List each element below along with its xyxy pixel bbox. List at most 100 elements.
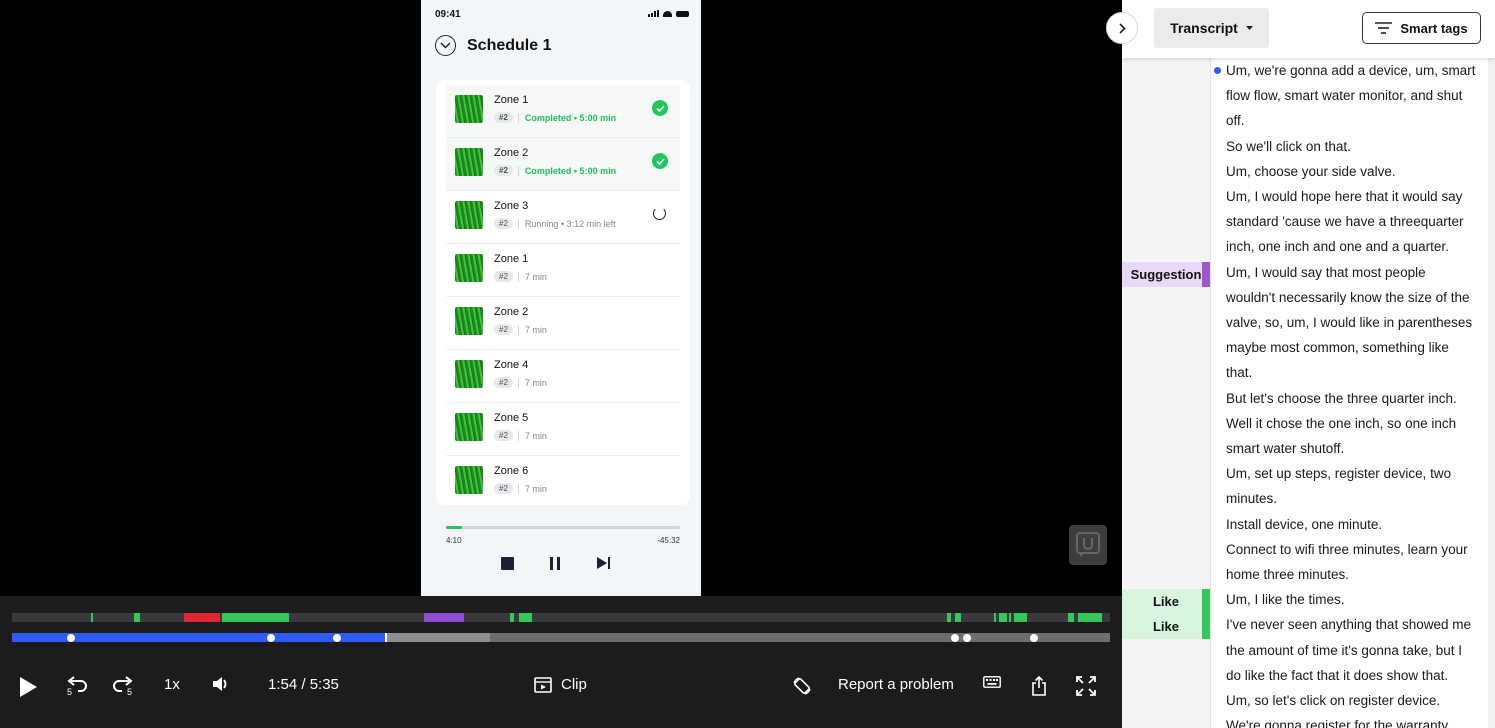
zone-badge: #2	[494, 218, 513, 229]
transcript-line[interactable]: We're gonna register for the warranty	[1226, 718, 1448, 728]
zone-list: Zone 1 #2 Completed • 5:00 min Zone 2 #2 Comp…	[436, 80, 690, 505]
tag-segment[interactable]	[423, 613, 465, 622]
tag-segment[interactable]	[221, 613, 289, 622]
tag-segment[interactable]	[999, 613, 1007, 622]
tag-segment[interactable]	[1008, 613, 1012, 622]
zone-row[interactable]: Zone 1 #2 7 min	[446, 244, 680, 297]
transcript-line[interactable]: smart water shutoff.	[1226, 441, 1344, 456]
clip-button[interactable]: Clip	[534, 676, 587, 693]
fullscreen-icon	[1076, 676, 1096, 696]
transcript-line[interactable]: Um, I like the times.	[1226, 592, 1345, 607]
tag-segment[interactable]	[1014, 613, 1027, 622]
expand-panel-button[interactable]	[1106, 12, 1138, 44]
zone-row[interactable]: Zone 6 #2 7 min	[446, 456, 680, 505]
zone-meta: #2 7 min	[494, 483, 547, 494]
zone-row[interactable]: Zone 3 #2 Running • 3:12 min left	[446, 191, 680, 244]
transcript-line[interactable]: Um, I would say that most people	[1226, 265, 1426, 280]
share-button[interactable]	[1031, 676, 1047, 696]
tag-segment[interactable]	[955, 613, 961, 622]
speed-button[interactable]: 1x	[164, 676, 180, 693]
tag-timeline[interactable]	[12, 613, 1110, 622]
phone-screen: 09:41 Schedule 1 Zone 1 #2 Completed • 5:0…	[421, 0, 701, 596]
transcript-line[interactable]: minutes.	[1226, 491, 1277, 506]
tag-segment[interactable]	[1068, 613, 1074, 622]
phone-progress-bar[interactable]	[446, 526, 680, 529]
grass-thumbnail	[455, 307, 483, 335]
comment-marker[interactable]	[1030, 634, 1039, 642]
video-viewport[interactable]: 09:41 Schedule 1 Zone 1 #2 Completed • 5:0…	[0, 0, 1122, 596]
volume-button[interactable]	[212, 676, 230, 692]
smart-tag-like[interactable]: Like	[1122, 589, 1210, 615]
rotate-icon	[793, 677, 811, 695]
tag-segment[interactable]	[91, 613, 94, 622]
seek-bar[interactable]	[12, 633, 1110, 642]
skip-next-icon[interactable]	[596, 556, 611, 570]
transcript-line[interactable]: standard 'cause we have a threequarter	[1226, 214, 1463, 229]
comment-marker[interactable]	[951, 634, 960, 642]
zone-name: Zone 2	[494, 147, 529, 159]
zone-row[interactable]: Zone 2 #2 Completed • 5:00 min	[446, 138, 680, 191]
panel-header: Transcript Smart tags	[1122, 0, 1495, 58]
tag-segment[interactable]	[1078, 613, 1103, 622]
tag-segment[interactable]	[947, 613, 951, 622]
report-problem-button[interactable]: Report a problem	[838, 676, 954, 693]
smart-tags-button[interactable]: Smart tags	[1362, 12, 1481, 44]
tag-segment[interactable]	[993, 613, 996, 622]
pause-icon[interactable]	[550, 556, 560, 570]
tab-transcript[interactable]: Transcript	[1154, 8, 1269, 48]
transcript-line[interactable]: Um, we're gonna add a device, um, smart	[1226, 63, 1475, 78]
comment-marker[interactable]	[333, 634, 341, 642]
transcript-line[interactable]: Connect to wifi three minutes, learn you…	[1226, 542, 1468, 557]
transcript-line[interactable]: do like the fact that it does show that.	[1226, 668, 1448, 683]
smart-tag-bar	[1202, 614, 1210, 640]
transcript-line[interactable]: home three minutes.	[1226, 567, 1349, 582]
tag-segment[interactable]	[519, 613, 533, 622]
tag-segment[interactable]	[510, 613, 514, 622]
transcript-line[interactable]: off.	[1226, 113, 1245, 128]
transcript-line[interactable]: So we'll click on that.	[1226, 139, 1351, 154]
transcript-line[interactable]: Um, choose your side valve.	[1226, 164, 1396, 179]
transcript-line[interactable]: valve, so, um, I would like in parenthes…	[1226, 315, 1472, 330]
zone-row[interactable]: Zone 1 #2 Completed • 5:00 min	[446, 85, 680, 138]
transcript-line[interactable]: I've never seen anything that showed me	[1226, 617, 1471, 632]
fullscreen-button[interactable]	[1076, 676, 1096, 696]
volume-icon	[213, 677, 227, 691]
transcript-line[interactable]: Install device, one minute.	[1226, 517, 1382, 532]
watermark-logo	[1069, 525, 1107, 565]
comment-marker[interactable]	[963, 634, 972, 642]
transcript-line[interactable]: maybe most common, something like	[1226, 340, 1449, 355]
tag-segment[interactable]	[184, 613, 220, 622]
transcript-line[interactable]: But let's choose the three quarter inch.	[1226, 391, 1457, 406]
zone-row[interactable]: Zone 2 #2 7 min	[446, 297, 680, 350]
transcript-scrollbar[interactable]	[1488, 58, 1495, 728]
meta-divider	[517, 165, 519, 176]
transcript-line[interactable]: flow flow, smart water monitor, and shut	[1226, 88, 1462, 103]
grass-thumbnail	[455, 95, 483, 123]
zone-row[interactable]: Zone 4 #2 7 min	[446, 350, 680, 403]
rotate-button[interactable]	[792, 676, 812, 696]
zone-name: Zone 5	[494, 412, 529, 424]
zone-meta: #2 7 min	[494, 324, 547, 335]
zone-row[interactable]: Zone 5 #2 7 min	[446, 403, 680, 456]
smart-tag-suggestion[interactable]: Suggestion	[1122, 261, 1210, 287]
keyboard-shortcuts-button[interactable]	[983, 676, 1001, 688]
stop-icon[interactable]	[501, 556, 514, 570]
play-button[interactable]	[18, 676, 38, 698]
smart-tag-like[interactable]: Like	[1122, 614, 1210, 640]
transcript-line[interactable]: Well it chose the one inch, so one inch	[1226, 416, 1456, 431]
tag-segment[interactable]	[133, 613, 141, 622]
zone-badge: #2	[494, 324, 513, 335]
seek-playhead[interactable]	[385, 633, 388, 642]
transcript-line[interactable]: inch, one inch and one and a quarter.	[1226, 239, 1449, 254]
collapse-button[interactable]	[435, 35, 456, 56]
transcript-line[interactable]: Um, set up steps, register device, two	[1226, 466, 1451, 481]
transcript-line[interactable]: Um, I would hope here that it would say	[1226, 189, 1462, 204]
transcript-line[interactable]: wouldn't necessarily know the size of th…	[1226, 290, 1469, 305]
transcript-line[interactable]: Um, so let's click on register device.	[1226, 693, 1440, 708]
transcript-line[interactable]: that.	[1226, 365, 1252, 380]
transcript-line[interactable]: the amount of time it's gonna take, but …	[1226, 643, 1462, 658]
zone-meta: #2 Running • 3:12 min left	[494, 218, 616, 229]
rewind-5-button[interactable]: 5	[65, 676, 87, 696]
current-time: 1:54 / 5:35	[268, 676, 339, 693]
forward-5-button[interactable]: 5	[113, 676, 135, 696]
